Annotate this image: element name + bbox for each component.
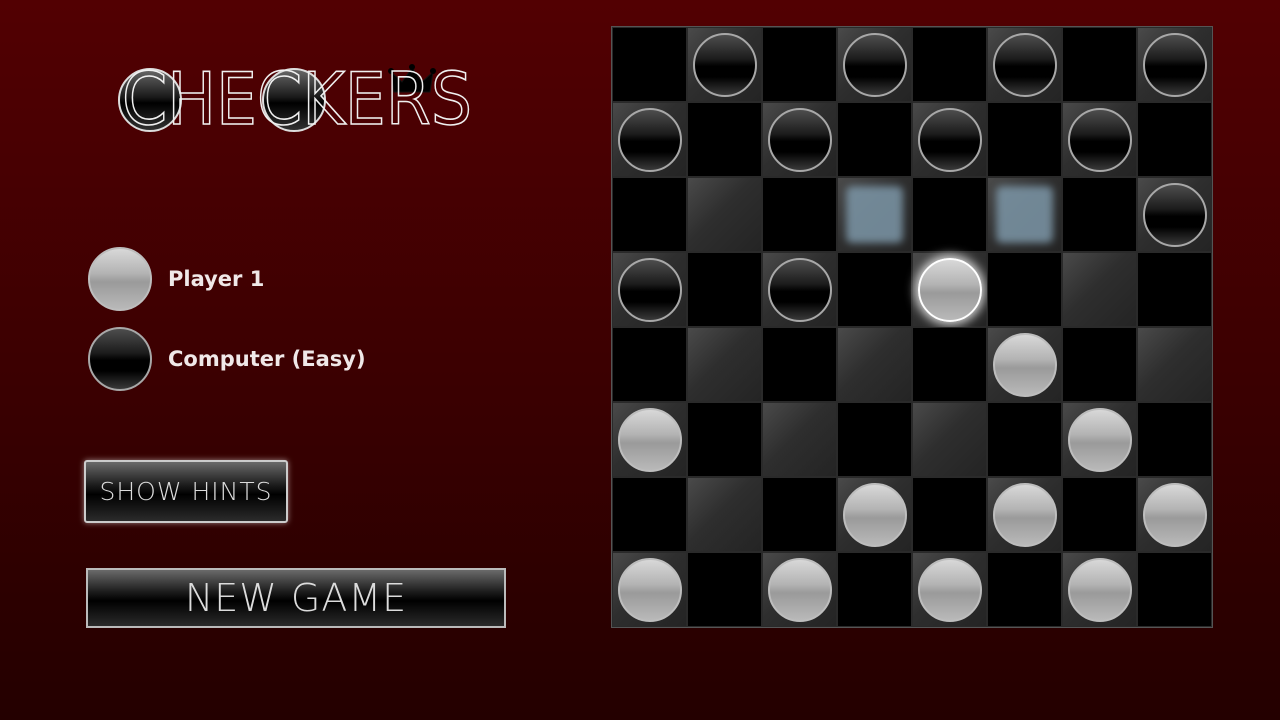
board-square-r7-c3 [837, 552, 912, 627]
black-piece[interactable] [1142, 32, 1207, 97]
board-square-r2-c7[interactable] [1137, 177, 1212, 252]
board-square-r4-c1[interactable] [687, 327, 762, 402]
board-square-r4-c7[interactable] [1137, 327, 1212, 402]
white-piece[interactable] [1142, 482, 1207, 547]
board-square-r1-c4[interactable] [912, 102, 987, 177]
board-square-r2-c2 [762, 177, 837, 252]
white-piece[interactable] [1067, 557, 1132, 622]
white-piece[interactable] [917, 257, 982, 322]
board-square-r5-c2[interactable] [762, 402, 837, 477]
board-square-r0-c2 [762, 27, 837, 102]
logo-text: CHECKERS [122, 57, 472, 134]
player-1-row: Player 1 [88, 247, 264, 311]
white-piece[interactable] [767, 557, 832, 622]
black-piece[interactable] [1142, 182, 1207, 247]
board-square-r6-c3[interactable] [837, 477, 912, 552]
board-square-r0-c0 [612, 27, 687, 102]
black-piece[interactable] [767, 257, 832, 322]
board-square-r4-c6 [1062, 327, 1137, 402]
board-square-r4-c3[interactable] [837, 327, 912, 402]
logo: CHECKERS [116, 34, 478, 134]
board-square-r7-c0[interactable] [612, 552, 687, 627]
white-piece[interactable] [842, 482, 907, 547]
black-piece[interactable] [617, 107, 682, 172]
board-square-r5-c4[interactable] [912, 402, 987, 477]
board-square-r2-c0 [612, 177, 687, 252]
board-square-r5-c7 [1137, 402, 1212, 477]
board-square-r2-c4 [912, 177, 987, 252]
board-square-r6-c5[interactable] [987, 477, 1062, 552]
logo-wordmark: CHECKERS [118, 56, 473, 134]
black-piece[interactable] [992, 32, 1057, 97]
computer-row: Computer (Easy) [88, 327, 366, 391]
new-game-button[interactable]: NEW GAME [86, 568, 506, 628]
black-piece[interactable] [767, 107, 832, 172]
board-square-r5-c6[interactable] [1062, 402, 1137, 477]
board-square-r0-c4 [912, 27, 987, 102]
board-square-r3-c2[interactable] [762, 252, 837, 327]
board-square-r0-c1[interactable] [687, 27, 762, 102]
board-square-r1-c6[interactable] [1062, 102, 1137, 177]
board-square-r6-c7[interactable] [1137, 477, 1212, 552]
board-square-r7-c1 [687, 552, 762, 627]
board-square-r3-c3 [837, 252, 912, 327]
board-square-r0-c5[interactable] [987, 27, 1062, 102]
black-piece[interactable] [617, 257, 682, 322]
board-square-r3-c6[interactable] [1062, 252, 1137, 327]
white-piece[interactable] [992, 482, 1057, 547]
black-piece[interactable] [917, 107, 982, 172]
board-square-r3-c1 [687, 252, 762, 327]
checkers-board[interactable] [611, 26, 1213, 628]
black-piece[interactable] [1067, 107, 1132, 172]
board-square-r1-c1 [687, 102, 762, 177]
board-square-r4-c4 [912, 327, 987, 402]
board-square-r1-c7 [1137, 102, 1212, 177]
black-piece[interactable] [842, 32, 907, 97]
player-1-label: Player 1 [168, 267, 265, 291]
board-square-r6-c2 [762, 477, 837, 552]
board-square-r6-c6 [1062, 477, 1137, 552]
board-square-r5-c0[interactable] [612, 402, 687, 477]
board-square-r0-c3[interactable] [837, 27, 912, 102]
white-piece[interactable] [617, 407, 682, 472]
board-square-r7-c2[interactable] [762, 552, 837, 627]
board-square-r3-c0[interactable] [612, 252, 687, 327]
board-square-r2-c6 [1062, 177, 1137, 252]
board-square-r5-c5 [987, 402, 1062, 477]
hint-square-r2-c3[interactable] [837, 177, 912, 252]
player-1-piece-icon [88, 247, 152, 311]
board-square-r0-c7[interactable] [1137, 27, 1212, 102]
board-square-r1-c2[interactable] [762, 102, 837, 177]
black-piece[interactable] [692, 32, 757, 97]
board-square-r6-c1[interactable] [687, 477, 762, 552]
board-square-r1-c0[interactable] [612, 102, 687, 177]
board-square-r6-c0 [612, 477, 687, 552]
board-square-r0-c6 [1062, 27, 1137, 102]
show-hints-button[interactable]: SHOW HINTS [84, 460, 288, 523]
hint-square-r2-c5[interactable] [987, 177, 1062, 252]
white-piece[interactable] [1067, 407, 1132, 472]
board-square-r7-c7 [1137, 552, 1212, 627]
board-square-r7-c5 [987, 552, 1062, 627]
board-square-r7-c6[interactable] [1062, 552, 1137, 627]
board-square-r4-c5[interactable] [987, 327, 1062, 402]
board-square-r3-c4[interactable] [912, 252, 987, 327]
board-square-r4-c0 [612, 327, 687, 402]
board-square-r3-c5 [987, 252, 1062, 327]
board-square-r5-c1 [687, 402, 762, 477]
board-square-r1-c5 [987, 102, 1062, 177]
white-piece[interactable] [992, 332, 1057, 397]
board-square-r4-c2 [762, 327, 837, 402]
board-square-r7-c4[interactable] [912, 552, 987, 627]
computer-piece-icon [88, 327, 152, 391]
computer-label: Computer (Easy) [168, 347, 366, 371]
board-square-r1-c3 [837, 102, 912, 177]
board-square-r3-c7 [1137, 252, 1212, 327]
white-piece[interactable] [917, 557, 982, 622]
board-square-r6-c4 [912, 477, 987, 552]
white-piece[interactable] [617, 557, 682, 622]
board-square-r2-c1[interactable] [687, 177, 762, 252]
board-square-r5-c3 [837, 402, 912, 477]
